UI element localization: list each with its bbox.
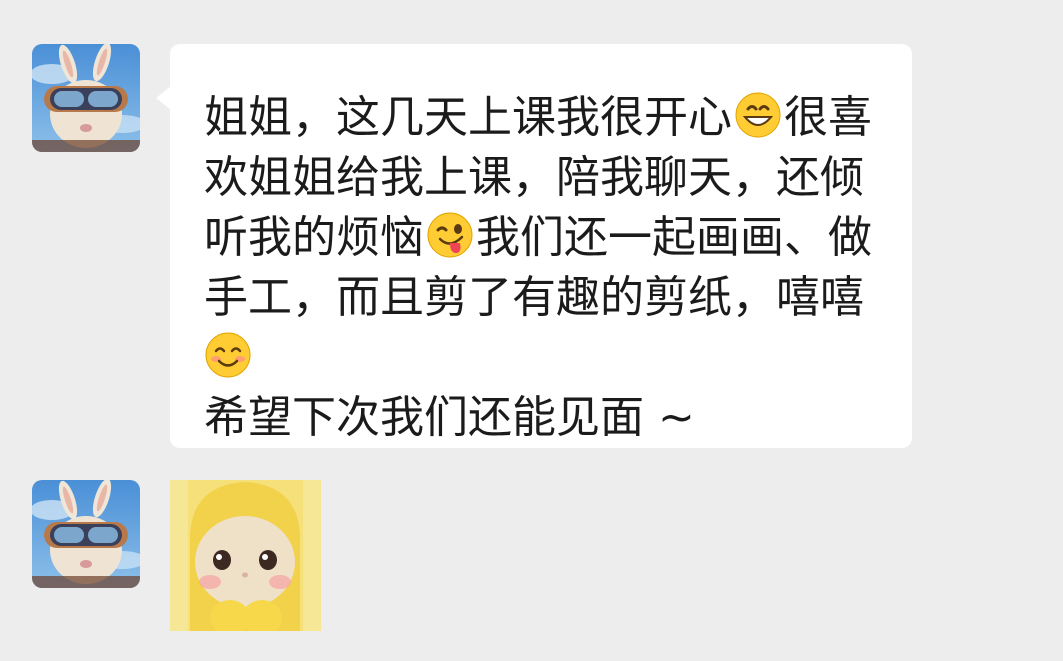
message-row: 姐姐，这几天上课我很开心 很喜 欢姐姐给我上课，陪我聊天，还倾 听我的烦恼 我们… xyxy=(0,0,1063,460)
message-text: 希望下次我们还能见面 ~ xyxy=(204,392,695,443)
message-text: 听我的烦恼 xyxy=(204,212,424,263)
message-line: 姐姐，这几天上课我很开心 很喜 xyxy=(204,86,878,146)
avatar[interactable] xyxy=(32,44,140,152)
sticker-image[interactable] xyxy=(170,480,321,631)
rabbit-goggles-avatar-icon xyxy=(32,44,140,152)
winking-tongue-emoji-icon xyxy=(426,211,474,259)
message-line: 希望下次我们还能见面 ~ xyxy=(204,386,878,446)
yellow-teletubby-baby-sticker-icon xyxy=(170,480,321,631)
message-line xyxy=(204,326,878,386)
smiling-face-emoji-icon xyxy=(204,331,252,379)
message-text: 很喜 xyxy=(784,92,872,143)
avatar[interactable] xyxy=(32,480,140,588)
rabbit-goggles-avatar-icon xyxy=(32,480,140,588)
message-bubble[interactable]: 姐姐，这几天上课我很开心 很喜 欢姐姐给我上课，陪我聊天，还倾 听我的烦恼 我们… xyxy=(156,44,912,448)
message-line: 手工，而且剪了有趣的剪纸，嘻嘻 xyxy=(204,266,878,326)
message-line: 欢姐姐给我上课，陪我聊天，还倾 xyxy=(204,146,878,206)
grinning-face-emoji-icon xyxy=(734,91,782,139)
message-line: 听我的烦恼 我们还一起画画、做 xyxy=(204,206,878,266)
message-row xyxy=(0,460,1063,661)
message-text: 欢姐姐给我上课，陪我聊天，还倾 xyxy=(204,152,864,203)
message-text: 姐姐，这几天上课我很开心 xyxy=(204,92,732,143)
message-text: 我们还一起画画、做 xyxy=(476,212,872,263)
message-text: 手工，而且剪了有趣的剪纸，嘻嘻 xyxy=(204,272,864,323)
chat-view: 姐姐，这几天上课我很开心 很喜 欢姐姐给我上课，陪我聊天，还倾 听我的烦恼 我们… xyxy=(0,0,1063,661)
